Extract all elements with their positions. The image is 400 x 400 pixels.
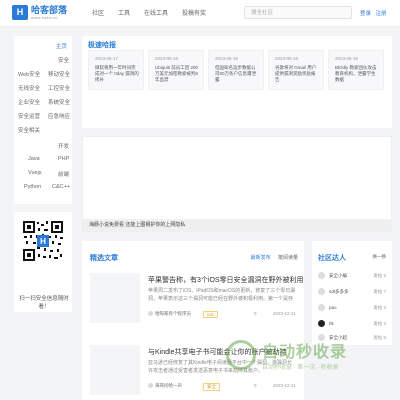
promo-banner[interactable]: 海豚小说免费看 还能上图钢护你的上网隐私	[82, 136, 392, 232]
news-text: 微软将用一年时间完成对一个 0day 漏洞的修补	[95, 65, 139, 82]
tab-latest[interactable]: 最新发布	[251, 255, 271, 261]
member-name: pao	[329, 305, 337, 310]
member-item[interactable]: hk 发帖 2	[318, 319, 386, 329]
sidebar-item-frontend[interactable]: 前端	[58, 170, 69, 178]
news-date: 2023-05-16	[215, 56, 239, 61]
author-name: 海哥问哈一声	[155, 383, 182, 388]
member-posts: 发帖 7	[373, 289, 386, 294]
news-card[interactable]: 2023-05-16 谷歌将对 Gmail 用户提供漏洞赏励奖励报告	[268, 50, 324, 90]
member-item[interactable]: sdt多多多 发帖 7	[318, 287, 386, 297]
watermark-logo-icon	[226, 340, 256, 370]
community-title: 社区达人	[318, 255, 346, 262]
member-name: 安全小编	[329, 273, 347, 278]
flash-news-title: 极速哈报	[88, 42, 116, 49]
category-badge[interactable]: ioS	[203, 311, 218, 318]
sidebar-item-web-security[interactable]: Web安全	[18, 70, 40, 78]
top-header: H 哈客部落 www.haka.cc 社区 工具 在线工具 投稿有奖 搜全社区 …	[0, 0, 400, 27]
author-name: 哈呀家有个程序员	[155, 311, 191, 316]
nav-community[interactable]: 社区	[92, 8, 104, 17]
tab-most-read[interactable]: 按阅读量	[278, 255, 298, 261]
sidebar-item-system-security[interactable]: 系统安全	[48, 98, 70, 106]
comment-count: 0	[254, 311, 257, 316]
qr-caption: 扫一扫安全信息随时看！	[19, 296, 69, 310]
author-avatar	[148, 383, 153, 389]
site-logo[interactable]: H 哈客部落 www.haka.cc	[12, 5, 67, 20]
member-name: sdt多多多	[329, 289, 349, 294]
news-card[interactable]: 2023-05-16 但国知名运步数据公司50万条户信息遭泄露	[208, 50, 264, 90]
sidebar-item-security-ops[interactable]: 安全运营	[18, 112, 40, 120]
news-card[interactable]: 2023-05-16 BlOdly 勒索团伙攻击教育机构，泄露学生数据	[328, 50, 384, 90]
news-card[interactable]: 2023-05-17 微软将用一年时间完成对一个 0day 漏洞的修补	[88, 50, 144, 90]
news-text: 但国知名运步数据公司50万条户信息遭泄露	[215, 65, 257, 82]
logo-name: 哈客部落	[31, 5, 68, 15]
watermark-overlay: 自动秒收录 自动秒收录 · 第一次 · 秒收录	[226, 336, 396, 386]
sidebar-item-ics-security[interactable]: 工控安全	[48, 84, 70, 92]
watermark-subtitle: 自动秒收录 · 第一次 · 秒收录	[262, 365, 339, 371]
community-experts: 社区达人 换一换 安全小编 发帖 5 sdt多多多 发帖 7 pao 发帖 3 …	[312, 241, 392, 345]
news-text: Ubiquiti 前员工因 200 万美元加密勒索被判6年监禁	[155, 65, 199, 82]
sidebar-item-home[interactable]: 主页	[56, 42, 67, 50]
sidebar-item-enterprise-security[interactable]: 企业安全	[18, 98, 40, 106]
member-posts: 发帖 3	[373, 305, 386, 310]
category-sidebar: 主页 安全 Web安全 移动安全 无线安全 工控安全 企业安全 系统安全 安全运…	[14, 36, 72, 204]
search-input[interactable]: 搜全社区	[244, 6, 352, 19]
article-thumbnail[interactable]	[90, 273, 140, 323]
nav-tools[interactable]: 工具	[118, 8, 130, 17]
sidebar-item-dev[interactable]: 开发	[58, 142, 69, 150]
news-card[interactable]: 2023-05-16 Ubiquiti 前员工因 200 万美元加密勒索被判6年…	[148, 50, 204, 90]
articles-tabs: 最新发布 按阅读量	[245, 254, 298, 261]
qr-card: H 扫一扫安全信息随时看！	[14, 212, 72, 312]
refresh-link[interactable]: 换一换	[373, 254, 387, 260]
article-title[interactable]: 苹果警告称，有3个iOS零日安全漏洞在野外被利用	[148, 275, 304, 285]
member-name: hk	[329, 321, 334, 326]
logo-mark: H	[12, 5, 28, 20]
sidebar-item-vuejs[interactable]: Vuejs	[28, 170, 42, 176]
qr-code-image: H	[22, 220, 64, 262]
sidebar-item-security-related[interactable]: 安全相关	[18, 126, 40, 134]
article-meta: 哈呀家有个程序员 ioS 0 2023-12-21	[148, 311, 296, 320]
sidebar-item-php[interactable]: PHP	[58, 156, 69, 162]
news-date: 2023-05-16	[335, 56, 359, 61]
register-link[interactable]: 注册	[376, 11, 387, 17]
avatar	[318, 304, 325, 311]
author-avatar	[148, 311, 153, 317]
nav-online-tools[interactable]: 在线工具	[144, 8, 168, 17]
nav-contribute[interactable]: 投稿有奖	[182, 8, 206, 17]
member-item[interactable]: 安全小编 发帖 5	[318, 271, 386, 281]
banner-caption: 海豚小说免费看 还能上图钢护你的上网隐私	[83, 219, 391, 231]
sidebar-item-c-cpp[interactable]: C&C++	[52, 184, 70, 190]
category-badge[interactable]: 安全	[203, 383, 220, 391]
news-text: BlOdly 勒索团伙攻击教育机构，泄露学生数据	[335, 65, 377, 82]
sidebar-item-wireless-security[interactable]: 无线安全	[18, 84, 40, 92]
news-date: 2023-05-16	[155, 56, 179, 61]
member-item[interactable]: pao 发帖 3	[318, 303, 386, 313]
sidebar-item-python[interactable]: Python	[24, 184, 41, 190]
avatar	[318, 320, 325, 327]
member-posts: 发帖 2	[373, 321, 386, 326]
flash-news-panel: 极速哈报 2023-05-17 微软将用一年时间完成对一个 0day 漏洞的修补…	[82, 36, 392, 128]
watermark-title: 自动秒收录	[262, 344, 348, 361]
sidebar-item-incident-response[interactable]: 应急响应	[48, 112, 70, 120]
sidebar-item-java[interactable]: Java	[28, 156, 40, 162]
article-thumbnail[interactable]	[90, 345, 140, 395]
article-date: 2023-12-21	[272, 311, 296, 316]
news-text: 谷歌将对 Gmail 用户提供漏洞赏励奖励报告	[275, 65, 317, 82]
news-date: 2023-05-16	[275, 56, 299, 61]
main-nav: 社区 工具 在线工具 投稿有奖	[92, 8, 220, 17]
article-author[interactable]: 哈呀家有个程序员	[148, 311, 191, 317]
logo-subtitle: www.haka.cc	[31, 15, 58, 20]
auth-links: 登录 注册	[360, 9, 390, 17]
news-date: 2023-05-17	[95, 56, 119, 61]
svg-text:H: H	[40, 237, 46, 246]
sidebar-item-security[interactable]: 安全	[58, 56, 69, 64]
article-summary: 苹果周二发布了iOS、iPadOS和macOS的更新，修复了三个零日漏洞，苹果表…	[148, 288, 296, 302]
articles-title: 精选文章	[90, 255, 118, 262]
sidebar-item-mobile-security[interactable]: 移动安全	[48, 70, 70, 78]
article-author[interactable]: 海哥问哈一声	[148, 383, 182, 389]
member-posts: 发帖 5	[373, 273, 386, 278]
avatar	[318, 288, 325, 295]
avatar	[318, 272, 325, 279]
login-link[interactable]: 登录	[360, 11, 371, 17]
